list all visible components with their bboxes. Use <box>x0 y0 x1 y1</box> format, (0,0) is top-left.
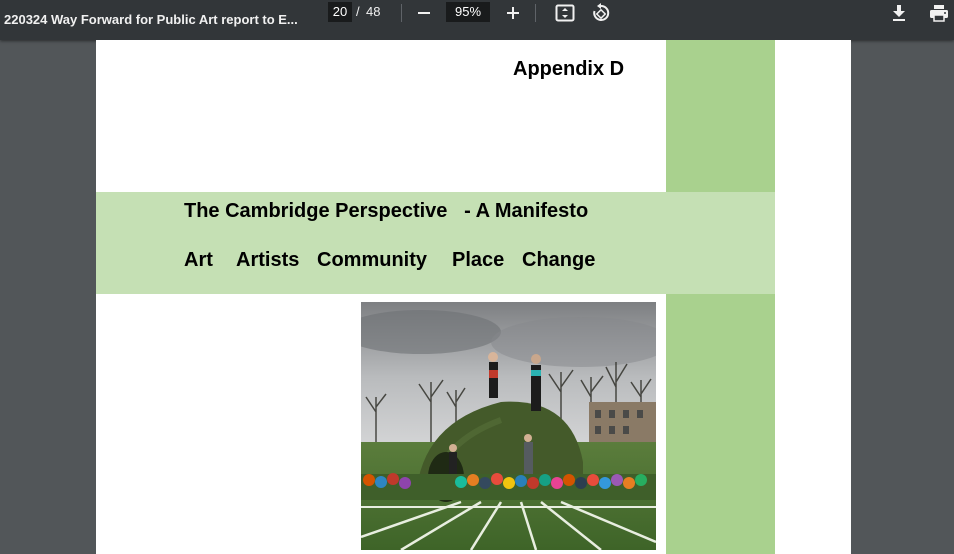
zoom-in-button[interactable] <box>502 2 524 24</box>
appendix-heading: Appendix D <box>513 58 625 80</box>
zoom-input[interactable]: 95% <box>446 2 490 22</box>
pdf-page: Appendix D The Cambridge Perspective - A… <box>96 40 851 554</box>
keyword-artists: Artists <box>236 249 300 271</box>
pdf-toolbar: 220324 Way Forward for Public Art report… <box>0 0 954 40</box>
download-icon <box>893 5 905 21</box>
keyword-art: Art <box>184 249 213 271</box>
rotate-icon <box>593 3 610 21</box>
fit-page-button[interactable] <box>554 2 576 24</box>
page-number-input[interactable]: 20 <box>328 2 352 22</box>
minus-icon <box>418 12 430 14</box>
toolbar-divider <box>535 4 536 22</box>
grass-mound-photo <box>361 302 656 550</box>
manifesto-band: The Cambridge Perspective - A Manifesto … <box>96 192 775 294</box>
keyword-change: Change <box>522 249 596 271</box>
toolbar-divider <box>401 4 402 22</box>
green-sidebar-column <box>666 40 775 554</box>
manifesto-title: The Cambridge Perspective - A Manifesto <box>184 200 589 222</box>
print-button[interactable] <box>928 2 950 24</box>
print-icon <box>930 5 948 22</box>
keyword-community: Community <box>317 249 427 271</box>
rotate-button[interactable] <box>590 2 612 24</box>
document-title: 220324 Way Forward for Public Art report… <box>4 12 298 27</box>
keyword-place: Place <box>452 249 505 271</box>
zoom-out-button[interactable] <box>413 2 435 24</box>
page-separator: / <box>356 4 360 19</box>
total-pages: 48 <box>366 4 381 19</box>
download-button[interactable] <box>888 2 910 24</box>
plus-icon <box>507 7 519 19</box>
fit-page-icon <box>555 4 575 22</box>
